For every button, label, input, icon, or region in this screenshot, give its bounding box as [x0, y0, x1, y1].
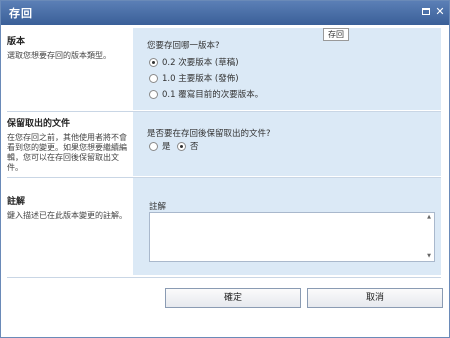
ok-button[interactable]: 確定: [165, 288, 301, 308]
radio-button[interactable]: [149, 142, 158, 151]
version-heading: 版本: [7, 37, 26, 47]
keep-yes-option[interactable]: 是: [149, 140, 171, 152]
checkin-dialog: 存回 ✕ 版本 選取您想要存回的版本類型。 您要存回哪一版本? 存回 0.2 次…: [0, 0, 450, 338]
version-option-label: 1.0 主要版本 (發佈): [162, 74, 239, 84]
keep-no-label: 否: [190, 142, 199, 152]
scroll-up-icon[interactable]: ▲: [426, 215, 432, 220]
tooltip: 存回: [323, 28, 349, 41]
keep-no-option[interactable]: 否: [177, 140, 199, 152]
version-option-label: 0.1 覆寫目前的次要版本。: [162, 90, 264, 100]
comments-info: 註解 鍵入描述已在此版本變更的註解。: [7, 194, 131, 221]
cancel-button[interactable]: 取消: [307, 288, 443, 308]
dialog-titlebar: 存回 ✕: [1, 1, 449, 25]
close-icon[interactable]: ✕: [433, 5, 447, 19]
keep-checked-out-heading: 保留取出的文件: [7, 119, 71, 129]
version-option-major[interactable]: 1.0 主要版本 (發佈): [149, 72, 239, 84]
radio-button[interactable]: [149, 90, 158, 99]
scroll-down-icon[interactable]: ▼: [426, 254, 432, 259]
dialog-title: 存回: [9, 7, 33, 20]
version-option-minor[interactable]: 0.2 次要版本 (草稿): [149, 56, 239, 68]
version-info: 版本 選取您想要存回的版本類型。: [7, 34, 131, 61]
comments-heading: 註解: [7, 197, 26, 207]
version-description: 選取您想要存回的版本類型。: [7, 51, 111, 60]
keep-checked-out-info: 保留取出的文件 在您存回之前，其他使用者將不會看到您的變更。如果您想要繼續編輯，…: [7, 116, 131, 173]
radio-button[interactable]: [177, 142, 186, 151]
version-question: 您要存回哪一版本?: [147, 41, 220, 51]
comments-label: 註解: [149, 202, 167, 212]
keep-checked-out-description: 在您存回之前，其他使用者將不會看到您的變更。如果您想要繼續編輯，您可以在存回後保…: [7, 133, 127, 172]
comments-description: 鍵入描述已在此版本變更的註解。: [7, 211, 127, 220]
maximize-icon[interactable]: [419, 5, 433, 19]
radio-button[interactable]: [149, 74, 158, 83]
section-divider: [7, 277, 441, 278]
radio-button[interactable]: [149, 58, 158, 67]
keep-yes-label: 是: [162, 142, 171, 152]
comments-textarea[interactable]: ▲ ▼: [149, 212, 435, 262]
version-option-label: 0.2 次要版本 (草稿): [162, 58, 239, 68]
keep-checked-out-question: 是否要在存回後保留取出的文件?: [147, 129, 271, 139]
version-option-overwrite[interactable]: 0.1 覆寫目前的次要版本。: [149, 88, 263, 100]
